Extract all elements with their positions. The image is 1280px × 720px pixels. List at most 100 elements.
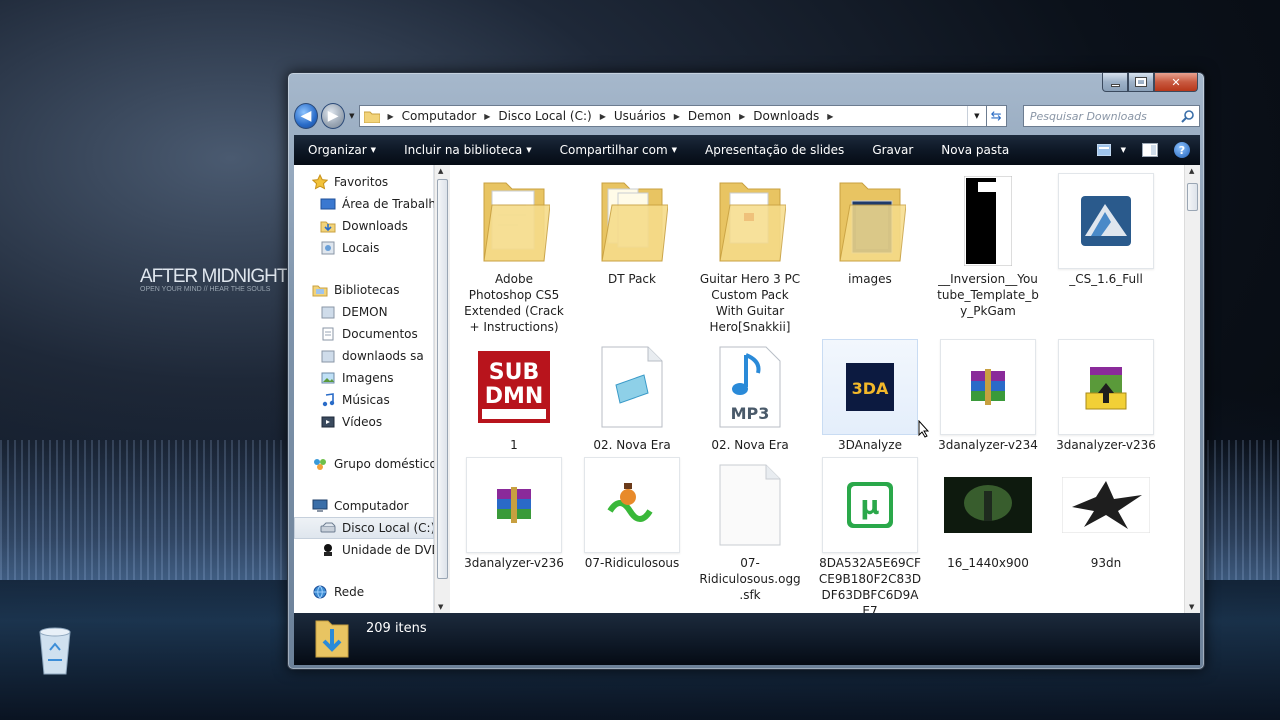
refresh-button[interactable]: ⇆ — [986, 105, 1007, 127]
homegroup-icon — [314, 459, 326, 470]
chevron-down-icon: ▼ — [1120, 146, 1126, 154]
recent-pages-dropdown[interactable]: ▼ — [349, 112, 354, 120]
3da-app-icon: 3DA — [846, 363, 894, 411]
close-button[interactable]: ✕ — [1154, 73, 1198, 92]
chevron-down-icon: ▼ — [370, 146, 377, 154]
breadcrumb-local-disk[interactable]: Disco Local (C:) — [498, 109, 591, 123]
address-dropdown-button[interactable]: ▼ — [967, 106, 985, 126]
navigation-scrollbar[interactable]: ▲ ▼ — [434, 165, 450, 613]
svg-text:SUB: SUB — [489, 360, 539, 385]
file-item[interactable]: 93dn — [1054, 457, 1158, 571]
nav-videos[interactable]: Vídeos — [294, 411, 434, 433]
recycle-bin-icon[interactable] — [36, 626, 74, 676]
nav-local-disk[interactable]: Disco Local (C:) — [294, 517, 434, 539]
back-button[interactable]: ◀ — [294, 103, 319, 129]
file-item[interactable]: MP3 02. Nova Era — [698, 339, 802, 453]
nav-desktop[interactable]: Área de Trabalho — [294, 193, 434, 215]
explorer-body: Favoritos Área de Trabalho Downloads Loc… — [294, 165, 1200, 613]
svg-text:µ: µ — [860, 491, 879, 521]
details-pane: 209 itens — [294, 613, 1200, 665]
winrar-installer-icon — [1085, 367, 1127, 410]
file-list-scrollbar[interactable]: ▲ ▼ — [1184, 165, 1200, 613]
nav-dvd-drive[interactable]: Unidade de DVD- — [294, 539, 434, 561]
search-input[interactable]: Pesquisar Downloads — [1022, 105, 1200, 127]
help-button[interactable]: ? — [1174, 142, 1190, 158]
file-item[interactable]: 02. Nova Era — [580, 339, 684, 453]
nav-downlaods-sa[interactable]: downlaods sa — [294, 345, 434, 367]
command-bar: Organizar ▼ Incluir na biblioteca ▼ Compar… — [294, 135, 1200, 165]
scrollbar-thumb[interactable] — [1187, 183, 1198, 211]
item-count: 209 itens — [366, 621, 427, 636]
audio-app-icon — [607, 483, 653, 522]
file-item[interactable]: DT Pack — [580, 173, 684, 287]
file-item-selected[interactable]: 3DA 3DAnalyze — [818, 339, 922, 453]
file-item[interactable]: µ 8DA532A5E69CFCE9B180F2C83DDF63DBFC6D9A… — [818, 457, 922, 613]
caption-buttons: ✕ — [1102, 73, 1198, 93]
nav-computer[interactable]: Computador — [294, 495, 434, 517]
wallpaper-logo: AFTER MIDNIGHT OPEN YOUR MIND // HEAR TH… — [140, 266, 288, 293]
mp3-file-icon: MP3 — [719, 346, 781, 428]
organize-menu[interactable]: Organizar ▼ — [294, 143, 390, 157]
folder-icon — [839, 182, 906, 262]
share-with-menu[interactable]: Compartilhar com ▼ — [546, 143, 691, 157]
search-icon[interactable] — [1181, 109, 1195, 123]
file-item[interactable]: 3danalyzer-v236 — [462, 457, 566, 571]
video-icon — [321, 416, 335, 428]
nav-downloads[interactable]: Downloads — [294, 215, 434, 237]
file-item[interactable]: 16_1440x900 — [936, 457, 1040, 571]
library-icon — [321, 350, 335, 363]
folder-icon — [483, 182, 550, 262]
splash-thumbnail-icon — [1062, 477, 1150, 533]
nav-favorites[interactable]: Favoritos — [294, 171, 434, 193]
change-view-button[interactable]: ▼ — [1096, 144, 1126, 156]
forward-button[interactable]: ▶ — [321, 103, 346, 129]
file-list: Adobe Photoshop CS5 Extended (Crack + In… — [452, 165, 1184, 613]
file-item[interactable]: 07-Ridiculosous.ogg.sfk — [698, 457, 802, 603]
chevron-down-icon: ▼ — [526, 146, 532, 154]
scroll-down-icon[interactable]: ▼ — [438, 603, 443, 611]
new-folder-button[interactable]: Nova pasta — [927, 143, 1023, 157]
nav-libraries[interactable]: Bibliotecas — [294, 279, 434, 301]
file-item[interactable]: 3danalyzer-v234 — [936, 339, 1040, 453]
pictures-icon — [321, 372, 335, 384]
burn-button[interactable]: Gravar — [858, 143, 927, 157]
address-bar[interactable]: ▶ Computador ▶ Disco Local (C:) ▶ Usuári… — [358, 105, 987, 127]
refresh-icon: ⇆ — [990, 108, 1002, 124]
scroll-down-icon[interactable]: ▼ — [1189, 603, 1194, 611]
library-icon — [321, 306, 335, 319]
scrollbar-thumb[interactable] — [437, 179, 448, 579]
svg-text:MP3: MP3 — [731, 404, 770, 423]
maximize-button[interactable] — [1128, 73, 1154, 92]
image-thumbnail-icon — [964, 176, 1012, 266]
minimize-button[interactable] — [1102, 73, 1128, 92]
nav-network[interactable]: Rede — [294, 581, 434, 603]
file-item[interactable]: 3danalyzer-v236 — [1054, 339, 1158, 453]
file-item[interactable]: __Inversion__Youtube_Template_by_PkGam — [936, 173, 1040, 319]
scroll-up-icon[interactable]: ▲ — [1189, 167, 1194, 175]
file-item[interactable]: images — [818, 173, 922, 287]
scroll-up-icon[interactable]: ▲ — [438, 167, 443, 175]
navigation-bar: ◀ ▶ ▼ ▶ Computador ▶ Disco Local (C:) ▶ … — [294, 101, 1200, 131]
breadcrumb-demon[interactable]: Demon — [688, 109, 731, 123]
nav-images[interactable]: Imagens — [294, 367, 434, 389]
slideshow-button[interactable]: Apresentação de slides — [691, 143, 858, 157]
breadcrumb-users[interactable]: Usuários — [614, 109, 666, 123]
file-item[interactable]: SUB DMN 1 — [462, 339, 566, 453]
include-in-library-menu[interactable]: Incluir na biblioteca ▼ — [390, 143, 546, 157]
nav-places[interactable]: Locais — [294, 237, 434, 259]
explorer-window: ✕ ◀ ▶ ▼ ▶ Computador ▶ Disco Local (C:) … — [287, 72, 1205, 670]
blank-file-icon — [719, 464, 781, 546]
file-item[interactable]: Adobe Photoshop CS5 Extended (Crack + In… — [462, 173, 566, 335]
nav-homegroup[interactable]: Grupo doméstico — [294, 453, 434, 475]
sub-dmn-image-icon: SUBDMN — [478, 351, 550, 423]
breadcrumb-downloads[interactable]: Downloads — [753, 109, 819, 123]
file-item[interactable]: _CS_1.6_Full — [1054, 173, 1158, 287]
recent-places-icon — [321, 241, 335, 255]
nav-music[interactable]: Músicas — [294, 389, 434, 411]
file-item[interactable]: 07-Ridiculosous — [580, 457, 684, 571]
preview-pane-icon[interactable] — [1142, 143, 1158, 157]
breadcrumb-computer[interactable]: Computador — [402, 109, 477, 123]
nav-documents[interactable]: Documentos — [294, 323, 434, 345]
file-item[interactable]: Guitar Hero 3 PC Custom Pack With Guitar… — [698, 173, 802, 335]
nav-library-demon[interactable]: DEMON — [294, 301, 434, 323]
